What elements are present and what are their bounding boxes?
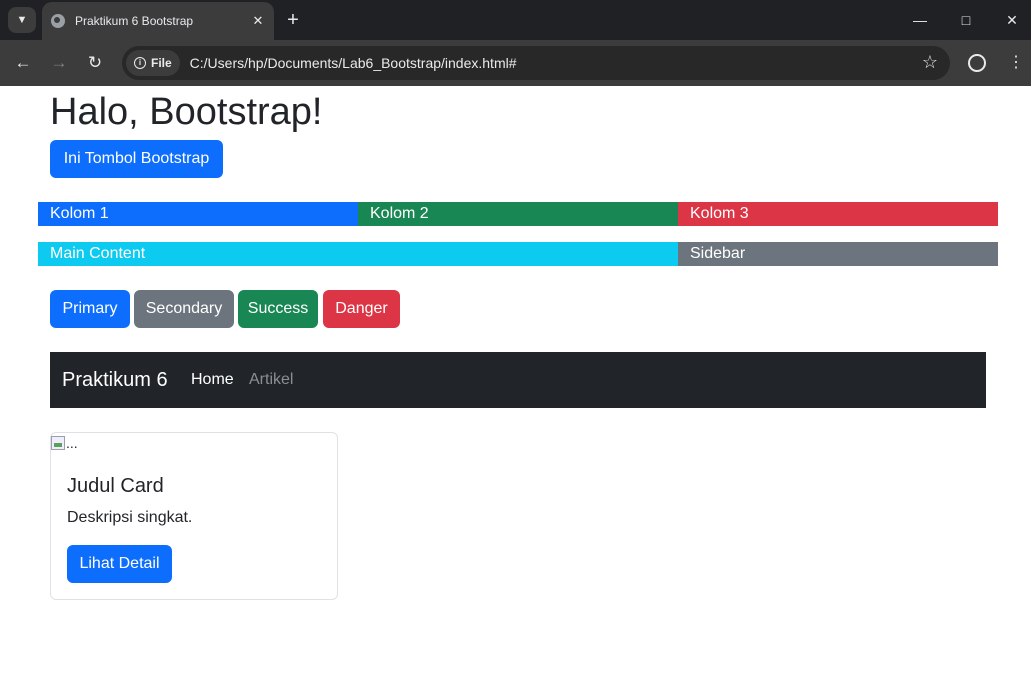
grid-column-2: Kolom 2 <box>358 202 678 226</box>
browser-titlebar: ▼ Praktikum 6 Bootstrap ✕ + — □ ✕ <box>0 0 1031 40</box>
browser-toolbar: ← → ↻ i File C:/Users/hp/Documents/Lab6_… <box>0 40 1031 86</box>
nav-link-home[interactable]: Home <box>191 370 234 390</box>
card-image: ... <box>51 435 78 451</box>
site-info-chip[interactable]: i File <box>126 50 180 76</box>
page-heading: Halo, Bootstrap! <box>50 91 323 133</box>
forward-arrow-icon[interactable]: → <box>47 51 71 75</box>
hero-button[interactable]: Ini Tombol Bootstrap <box>50 140 223 178</box>
bookmark-star-icon[interactable]: ☆ <box>922 52 938 73</box>
card-detail-button[interactable]: Lihat Detail <box>67 545 172 583</box>
secondary-button[interactable]: Secondary <box>134 290 234 328</box>
tab-title: Praktikum 6 Bootstrap <box>75 14 194 28</box>
page-content: Halo, Bootstrap! Ini Tombol Bootstrap Ko… <box>0 86 1031 691</box>
card-title: Judul Card <box>67 475 164 497</box>
minimize-icon[interactable]: — <box>897 0 943 40</box>
main-content-column: Main Content <box>38 242 678 266</box>
back-arrow-icon[interactable]: ← <box>11 51 35 75</box>
new-tab-plus-icon[interactable]: + <box>283 8 303 32</box>
broken-image-icon <box>51 436 65 450</box>
navbar: Praktikum 6 Home Artikel <box>50 352 986 408</box>
url-text[interactable]: C:/Users/hp/Documents/Lab6_Bootstrap/ind… <box>190 55 517 71</box>
globe-icon <box>51 14 65 28</box>
profile-icon[interactable] <box>968 54 986 72</box>
address-bar[interactable]: i File C:/Users/hp/Documents/Lab6_Bootst… <box>122 46 950 80</box>
reload-icon[interactable]: ↻ <box>83 51 107 75</box>
grid-column-1: Kolom 1 <box>38 202 358 226</box>
info-icon: i <box>134 57 146 69</box>
card-text: Deskripsi singkat. <box>67 509 193 526</box>
menu-kebab-icon[interactable]: ⋮ <box>1004 51 1028 75</box>
card-image-alt: ... <box>66 435 78 451</box>
navbar-brand[interactable]: Praktikum 6 <box>62 368 168 392</box>
close-window-icon[interactable]: ✕ <box>989 0 1031 40</box>
primary-button[interactable]: Primary <box>50 290 130 328</box>
success-button[interactable]: Success <box>238 290 318 328</box>
browser-tab[interactable]: Praktikum 6 Bootstrap ✕ <box>42 2 274 40</box>
tab-close-icon[interactable]: ✕ <box>250 13 266 29</box>
tab-search-chevron-down-icon[interactable]: ▼ <box>8 7 36 33</box>
nav-link-artikel[interactable]: Artikel <box>249 370 293 390</box>
grid-column-3: Kolom 3 <box>678 202 998 226</box>
maximize-icon[interactable]: □ <box>943 0 989 40</box>
card: ... Judul Card Deskripsi singkat. Lihat … <box>50 432 338 600</box>
sidebar-column: Sidebar <box>678 242 998 266</box>
site-chip-label: File <box>151 56 172 70</box>
danger-button[interactable]: Danger <box>323 290 400 328</box>
